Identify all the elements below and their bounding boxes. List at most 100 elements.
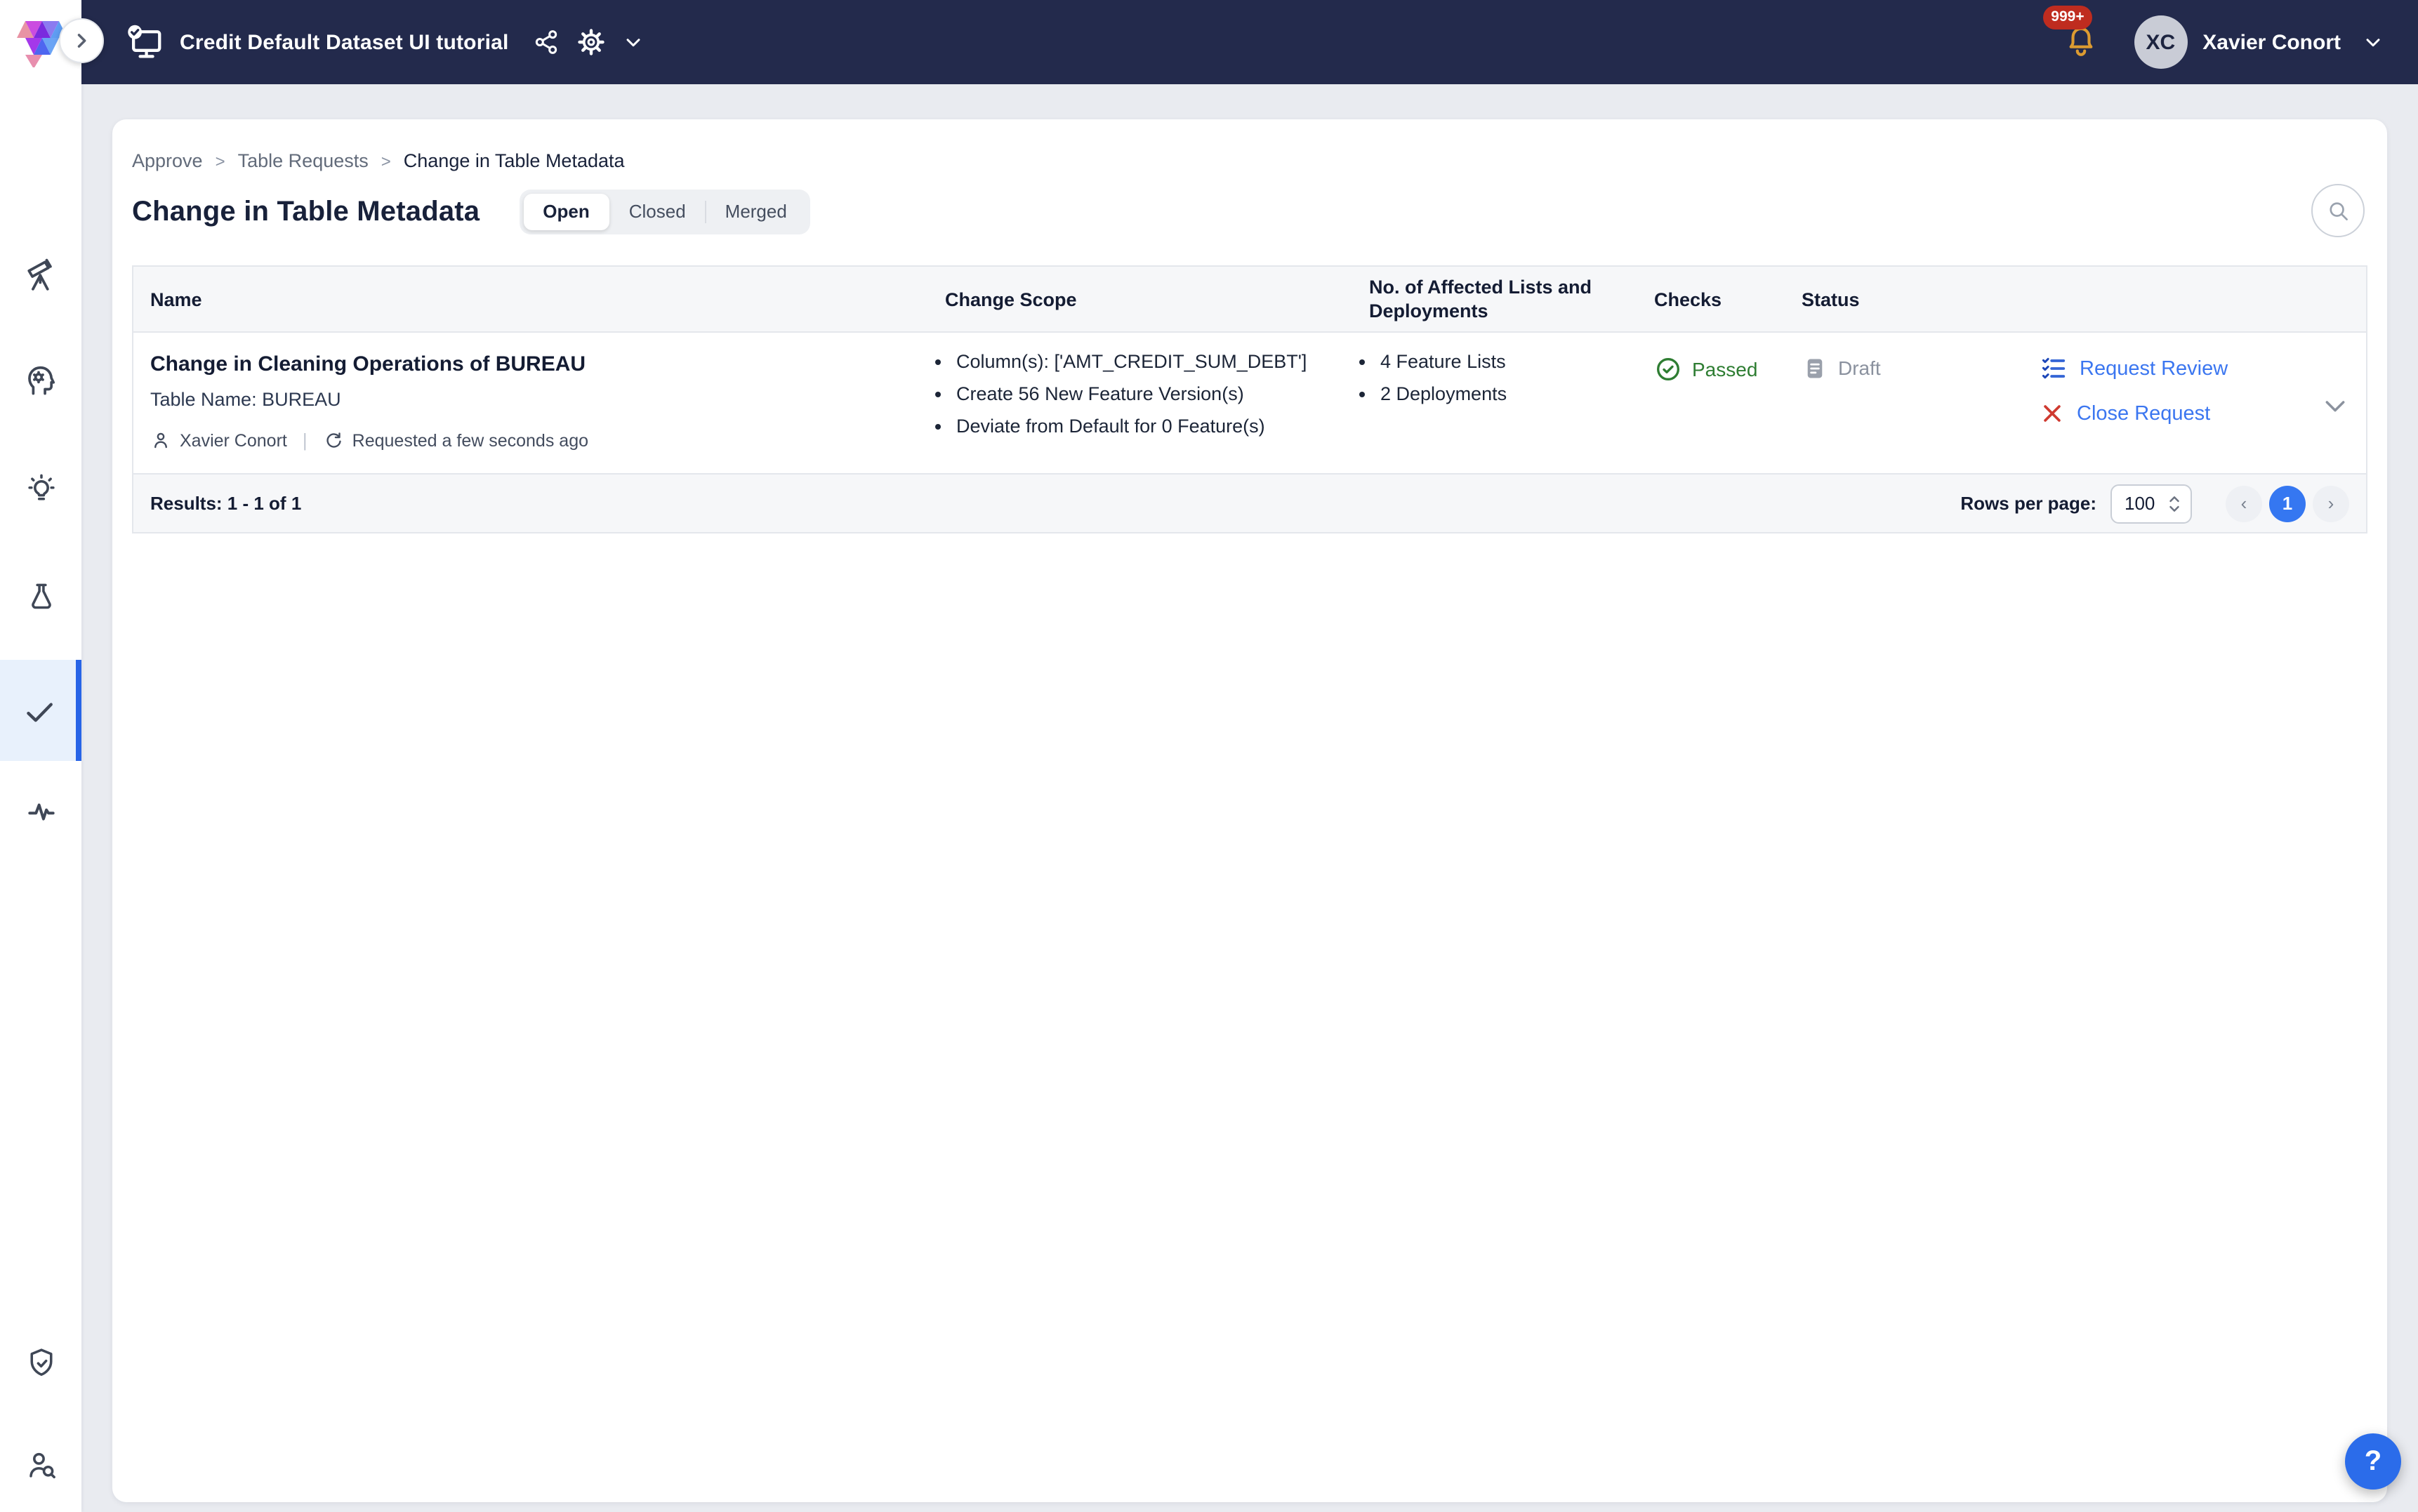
results-count: Results: 1 - 1 of 1 — [150, 493, 301, 514]
change-scope-item: Column(s): ['AMT_CREDIT_SUM_DEBT'] — [956, 351, 1352, 373]
telescope-icon — [23, 256, 58, 291]
rows-per-page-select[interactable]: 100 — [2110, 484, 2192, 523]
request-table-name: Table Name: BUREAU — [150, 389, 911, 410]
request-meta: Xavier Conort | Requested a few seconds … — [150, 430, 911, 451]
title-row: Change in Table Metadata Open Closed Mer… — [132, 190, 811, 234]
table-row[interactable]: Change in Cleaning Operations of BUREAU … — [133, 333, 2366, 473]
draft-document-icon — [1802, 355, 1828, 382]
lightbulb-icon — [23, 471, 58, 506]
tab-merged[interactable]: Merged — [706, 194, 807, 230]
rows-per-page-label: Rows per page: — [1960, 493, 2096, 514]
sidebar-item-monitoring[interactable] — [0, 760, 81, 861]
checklist-icon — [2040, 355, 2067, 382]
shield-check-icon — [23, 1344, 58, 1379]
app-root: Credit Default Dataset UI tutorial — [0, 0, 2418, 1512]
gear-icon — [576, 27, 607, 58]
tab-closed[interactable]: Closed — [609, 194, 706, 230]
next-page-button[interactable]: › — [2313, 485, 2349, 522]
column-header-name: Name — [133, 279, 928, 319]
catalog-menu-button[interactable] — [623, 31, 645, 53]
breadcrumb-current: Change in Table Metadata — [404, 150, 625, 171]
user-name: Xavier Conort — [2202, 30, 2341, 54]
share-button[interactable] — [533, 28, 561, 56]
affected-cell: 4 Feature Lists 2 Deployments — [1352, 333, 1637, 473]
rows-per-page-value: 100 — [2125, 493, 2155, 514]
search-button[interactable] — [2311, 184, 2365, 237]
sidebar-item-governance[interactable] — [0, 1311, 81, 1412]
flask-icon — [23, 578, 58, 613]
column-header-actions — [2009, 291, 2366, 307]
table-header: Name Change Scope No. of Affected Lists … — [133, 267, 2366, 333]
pagination: ‹ 1 › — [2226, 485, 2349, 522]
share-icon — [533, 28, 561, 56]
sidebar-expand-button[interactable] — [59, 18, 104, 63]
change-scope-cell: Column(s): ['AMT_CREDIT_SUM_DEBT'] Creat… — [928, 333, 1352, 473]
breadcrumb-table-requests[interactable]: Table Requests — [238, 150, 369, 171]
request-review-label: Request Review — [2080, 357, 2228, 380]
breadcrumb-approve[interactable]: Approve — [132, 150, 203, 171]
page-title: Change in Table Metadata — [132, 196, 480, 228]
catalog-title: Credit Default Dataset UI tutorial — [180, 30, 509, 54]
page-1-button[interactable]: 1 — [2269, 485, 2306, 522]
notification-badge: 999+ — [2042, 6, 2092, 29]
notifications-button[interactable]: 999+ — [2062, 24, 2099, 60]
checks-cell: Passed — [1637, 333, 1785, 473]
breadcrumb-separator: > — [216, 151, 225, 171]
request-name-cell: Change in Cleaning Operations of BUREAU … — [133, 333, 928, 473]
sidebar-item-modeling[interactable] — [0, 329, 81, 430]
sidebar-item-insights[interactable] — [0, 438, 81, 539]
checks-status: Passed — [1692, 355, 1757, 383]
sidebar-item-experiments[interactable] — [0, 545, 81, 646]
page-background: Approve > Table Requests > Change in Tab… — [81, 84, 2418, 1512]
request-review-button[interactable]: Request Review — [2040, 355, 2366, 382]
top-navbar: Credit Default Dataset UI tutorial — [81, 0, 2418, 84]
breadcrumb-separator: > — [381, 151, 391, 171]
search-icon — [2325, 197, 2351, 224]
close-request-button[interactable]: Close Request — [2040, 402, 2366, 425]
pulse-icon — [23, 793, 58, 828]
column-header-status: Status — [1785, 279, 2009, 319]
close-x-icon — [2040, 402, 2064, 425]
status-badge: Draft — [1838, 355, 1881, 382]
affected-item: 4 Feature Lists — [1380, 351, 1637, 373]
head-gear-icon — [22, 361, 59, 397]
chevron-right-icon — [72, 31, 91, 51]
sidebar-item-explore[interactable] — [0, 223, 81, 324]
column-header-checks: Checks — [1637, 279, 1785, 319]
check-circle-icon — [1654, 355, 1682, 383]
catalog-monitor-icon — [126, 23, 164, 61]
affected-item: 2 Deployments — [1380, 383, 1637, 406]
help-button[interactable]: ? — [2345, 1433, 2401, 1490]
status-cell: Draft — [1785, 333, 2009, 473]
status-tabs: Open Closed Merged — [519, 190, 811, 234]
bell-icon — [2062, 24, 2099, 60]
breadcrumb: Approve > Table Requests > Change in Tab… — [132, 150, 625, 171]
sidebar — [0, 0, 81, 1512]
meta-divider: | — [303, 430, 308, 451]
stepper-arrows-icon — [2167, 492, 2182, 515]
refresh-icon — [323, 430, 344, 451]
request-title[interactable]: Change in Cleaning Operations of BUREAU — [150, 352, 911, 376]
requested-time: Requested a few seconds ago — [352, 430, 588, 450]
table-footer: Results: 1 - 1 of 1 Rows per page: 100 ‹… — [133, 473, 2366, 532]
person-icon — [150, 430, 171, 451]
avatar[interactable]: XC — [2134, 15, 2187, 69]
content-card: Approve > Table Requests > Change in Tab… — [112, 119, 2387, 1502]
catalog-settings-button[interactable] — [576, 27, 607, 58]
change-scope-item: Deviate from Default for 0 Feature(s) — [956, 416, 1352, 438]
user-menu-button[interactable] — [2362, 31, 2384, 53]
check-icon — [20, 693, 55, 728]
column-header-affected: No. of Affected Lists and Deployments — [1352, 267, 1637, 331]
sidebar-item-user-search[interactable] — [0, 1418, 81, 1511]
row-expand-button[interactable] — [2321, 392, 2349, 420]
sidebar-item-approve[interactable] — [0, 660, 81, 761]
chevron-down-icon — [623, 31, 645, 53]
previous-page-button[interactable]: ‹ — [2226, 485, 2262, 522]
tab-open[interactable]: Open — [523, 194, 609, 230]
requested-by: Xavier Conort — [180, 430, 287, 450]
change-scope-item: Create 56 New Feature Version(s) — [956, 383, 1352, 406]
chevron-down-icon — [2321, 392, 2349, 420]
actions-cell: Request Review Close Request — [2009, 333, 2366, 473]
chevron-down-icon — [2362, 31, 2384, 53]
close-request-label: Close Request — [2077, 402, 2210, 425]
